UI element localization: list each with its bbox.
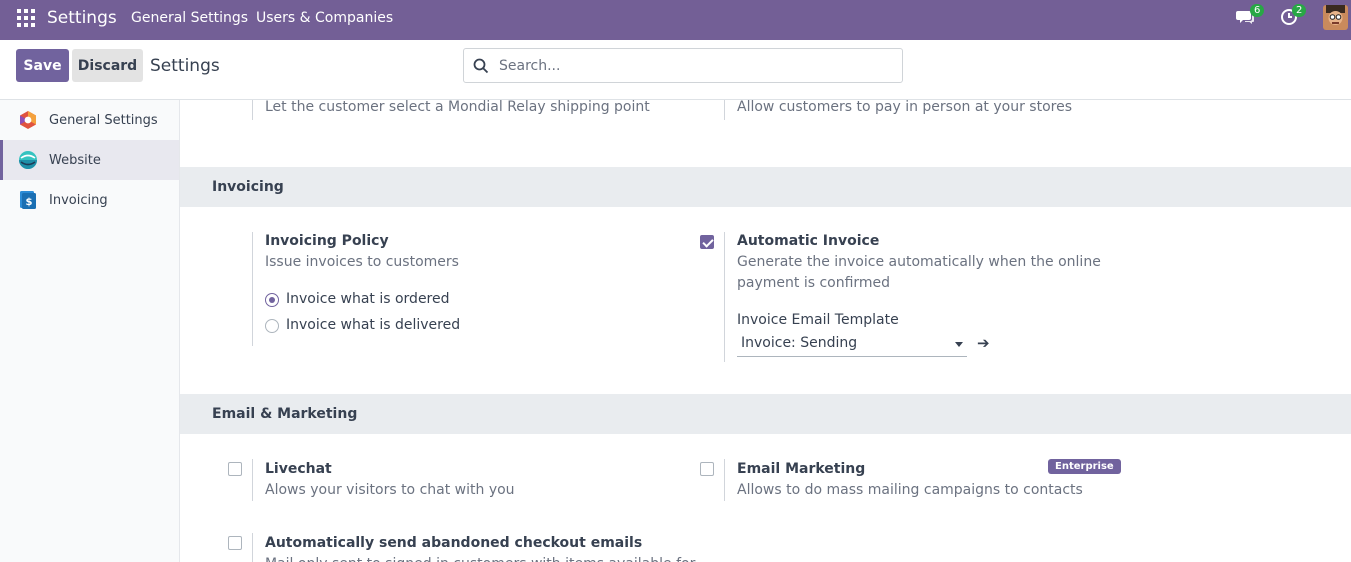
website-app-icon <box>19 151 37 169</box>
email-marketing-desc: Allows to do mass mailing campaigns to c… <box>737 482 1083 498</box>
section-title: Email & Marketing <box>212 406 358 422</box>
livechat-title: Livechat <box>265 461 332 477</box>
section-header-email-marketing: Email & Marketing <box>180 394 1351 434</box>
setting-divider <box>252 232 253 346</box>
menu-general-settings[interactable]: General Settings <box>131 10 248 26</box>
sidebar-item-label: General Settings <box>49 112 158 128</box>
arrow-right-icon[interactable]: ➔ <box>977 336 990 351</box>
sidebar-item-label: Invoicing <box>49 192 108 208</box>
setting-divider <box>252 533 253 562</box>
section-title: Invoicing <box>212 179 284 195</box>
abandoned-checkout-desc: Mail only sent to signed in customers wi… <box>265 554 695 562</box>
setting-divider <box>252 100 253 120</box>
save-button[interactable]: Save <box>16 49 69 82</box>
svg-text:$: $ <box>26 197 33 208</box>
invoice-email-template-label: Invoice Email Template <box>737 312 899 328</box>
apps-menu-icon[interactable] <box>17 9 35 27</box>
search-box <box>463 48 903 83</box>
enterprise-badge: Enterprise <box>1048 459 1121 474</box>
chevron-down-icon <box>955 342 963 347</box>
livechat-desc: Alows your visitors to chat with you <box>265 482 515 498</box>
radio-invoice-ordered[interactable] <box>265 293 279 307</box>
activity-count-badge: 2 <box>1292 4 1307 17</box>
sidebar-item-label: Website <box>49 152 101 168</box>
discard-button[interactable]: Discard <box>72 49 143 82</box>
livechat-checkbox[interactable] <box>228 462 242 476</box>
radio-invoice-delivered-label[interactable]: Invoice what is delivered <box>286 317 460 333</box>
app-name[interactable]: Settings <box>47 8 117 28</box>
sidebar-item-general-settings[interactable]: General Settings <box>0 100 179 140</box>
mondial-relay-desc: Let the customer select a Mondial Relay … <box>265 100 650 115</box>
user-avatar[interactable] <box>1323 5 1348 30</box>
pay-in-store-desc: Allow customers to pay in person at your… <box>737 100 1073 115</box>
setting-divider <box>724 100 725 120</box>
radio-invoice-delivered[interactable] <box>265 319 279 333</box>
invoicing-policy-desc: Issue invoices to customers <box>265 254 459 270</box>
setting-divider <box>724 232 725 362</box>
automatic-invoice-checkbox[interactable] <box>700 235 714 249</box>
invoicing-app-icon: $ <box>20 191 36 209</box>
invoicing-policy-title: Invoicing Policy <box>265 233 389 249</box>
settings-content: Let the customer select a Mondial Relay … <box>180 100 1351 562</box>
radio-invoice-ordered-label[interactable]: Invoice what is ordered <box>286 291 450 307</box>
messages-count-badge: 6 <box>1250 4 1265 17</box>
sidebar-item-website[interactable]: Website <box>0 140 179 180</box>
abandoned-checkout-checkbox[interactable] <box>228 536 242 550</box>
automatic-invoice-title: Automatic Invoice <box>737 233 880 249</box>
select-value: Invoice: Sending <box>741 335 858 351</box>
email-marketing-title: Email Marketing <box>737 461 866 477</box>
abandoned-checkout-title: Automatically send abandoned checkout em… <box>265 535 643 551</box>
invoice-email-template-select[interactable]: Invoice: Sending <box>737 330 967 357</box>
menu-users-companies[interactable]: Users & Companies <box>256 10 393 26</box>
setting-divider <box>724 459 725 501</box>
control-panel: Save Discard Settings <box>0 40 1351 100</box>
search-input[interactable] <box>499 49 894 82</box>
odoo-hexagon-icon <box>20 111 36 129</box>
search-icon <box>473 58 489 74</box>
email-marketing-checkbox[interactable] <box>700 462 714 476</box>
automatic-invoice-desc: Generate the invoice automatically when … <box>737 254 1101 291</box>
section-header-invoicing: Invoicing <box>180 167 1351 207</box>
settings-sidebar: General Settings Website $ Invoicing <box>0 100 180 562</box>
breadcrumb: Settings <box>150 56 220 76</box>
sidebar-item-invoicing[interactable]: $ Invoicing <box>0 180 179 220</box>
top-navbar: Settings General Settings Users & Compan… <box>0 0 1351 40</box>
setting-divider <box>252 459 253 501</box>
